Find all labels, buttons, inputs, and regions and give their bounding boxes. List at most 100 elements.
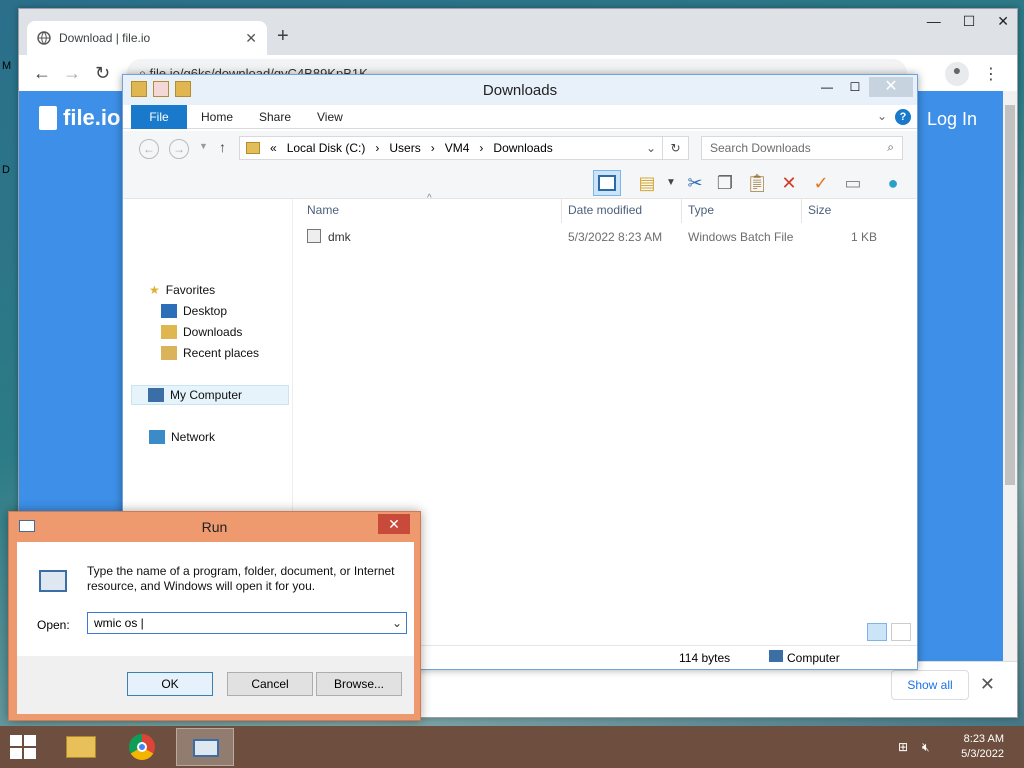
- dialog-title: Run: [201, 519, 228, 535]
- tab-title: Download | file.io: [59, 31, 151, 45]
- scrollbar-thumb[interactable]: [1005, 105, 1015, 485]
- chrome-icon: [129, 734, 155, 760]
- close-icon[interactable]: ✕: [997, 13, 1009, 30]
- maximize-icon[interactable]: ☐: [963, 13, 976, 30]
- nav-downloads[interactable]: Downloads: [161, 325, 242, 339]
- column-divider[interactable]: [561, 199, 562, 223]
- breadcrumb-separator[interactable]: ›: [479, 141, 483, 155]
- nav-label: Downloads: [183, 325, 243, 339]
- nav-desktop[interactable]: Desktop: [161, 304, 227, 318]
- globe-icon[interactable]: ●: [879, 170, 907, 196]
- menu-dots-icon[interactable]: ⋮: [983, 64, 999, 84]
- explorer-titlebar: Downloads — ☐ ✕: [123, 75, 917, 105]
- tab-close-icon[interactable]: ✕: [245, 30, 257, 47]
- back-arrow-icon[interactable]: ←: [139, 139, 159, 159]
- breadcrumb-separator[interactable]: ›: [431, 141, 435, 155]
- ok-button[interactable]: OK: [127, 672, 213, 696]
- folder-icon: [66, 736, 96, 758]
- forward-arrow-icon[interactable]: →: [169, 139, 189, 159]
- browse-button[interactable]: Browse...: [316, 672, 402, 696]
- preview-pane-icon[interactable]: [593, 170, 621, 196]
- cancel-button[interactable]: Cancel: [227, 672, 313, 696]
- breadcrumb-overflow[interactable]: «: [270, 141, 277, 155]
- chevron-down-icon[interactable]: ⌄: [877, 109, 887, 123]
- delete-icon[interactable]: ✕: [775, 170, 803, 196]
- breadcrumb-users[interactable]: Users: [389, 141, 420, 155]
- taskbar-file-explorer[interactable]: [52, 728, 110, 766]
- recent-dropdown-icon[interactable]: ▼: [199, 141, 208, 151]
- run-description: Type the name of a program, folder, docu…: [87, 564, 395, 593]
- details-view-icon[interactable]: [867, 623, 887, 641]
- column-size[interactable]: Size: [808, 203, 831, 217]
- cut-icon[interactable]: ✂: [681, 170, 709, 196]
- tab-share[interactable]: Share: [259, 105, 291, 129]
- window-controls: — ☐ ✕: [813, 77, 913, 97]
- breadcrumb-separator[interactable]: ›: [375, 141, 379, 155]
- nav-my-computer[interactable]: My Computer: [131, 385, 289, 405]
- breadcrumb-vm4[interactable]: VM4: [445, 141, 470, 155]
- help-icon[interactable]: ?: [895, 109, 911, 125]
- new-tab-button[interactable]: +: [277, 25, 289, 48]
- chevron-down-icon[interactable]: ⌄: [392, 616, 402, 630]
- site-logo-text: file.io: [63, 105, 121, 130]
- copy-icon[interactable]: ❐: [711, 170, 739, 196]
- file-name: dmk: [328, 230, 351, 244]
- column-divider[interactable]: [681, 199, 682, 223]
- close-shelf-icon[interactable]: ✕: [980, 674, 995, 695]
- rename-icon[interactable]: ▭: [839, 170, 867, 196]
- window-controls: — ☐ ✕: [927, 13, 1009, 30]
- file-date: 5/3/2022 8:23 AM: [568, 230, 663, 244]
- chevron-down-icon[interactable]: ⌄: [646, 141, 656, 155]
- refresh-icon[interactable]: ↻: [663, 136, 689, 160]
- network-icon[interactable]: ⊞: [898, 740, 908, 754]
- minimize-icon[interactable]: —: [813, 77, 841, 97]
- open-input[interactable]: wmic os | ⌄: [87, 612, 407, 634]
- column-divider[interactable]: [801, 199, 802, 223]
- desktop-text-fragment: M: [2, 60, 12, 72]
- tab-view[interactable]: View: [317, 105, 343, 129]
- speaker-muted-icon[interactable]: 🔇︎: [922, 740, 930, 755]
- nav-label: Recent places: [183, 346, 260, 360]
- breadcrumb-downloads[interactable]: Downloads: [493, 141, 552, 155]
- column-date-modified[interactable]: Date modified: [568, 203, 642, 217]
- paste-icon[interactable]: 📋︎: [743, 170, 771, 196]
- tab-home[interactable]: Home: [201, 105, 233, 129]
- close-icon[interactable]: ✕: [378, 514, 410, 534]
- reload-icon[interactable]: ↻: [95, 63, 110, 84]
- profile-avatar-icon[interactable]: ●: [945, 62, 969, 86]
- nav-network[interactable]: Network: [149, 430, 215, 444]
- search-placeholder: Search Downloads: [710, 141, 811, 155]
- maximize-icon[interactable]: ☐: [841, 77, 869, 97]
- network-icon: [149, 430, 165, 444]
- nav-favorites[interactable]: ★ Favorites: [149, 283, 215, 297]
- up-arrow-icon[interactable]: ↑: [219, 139, 226, 155]
- forward-arrow-icon[interactable]: →: [63, 63, 81, 84]
- taskbar-chrome[interactable]: [114, 728, 172, 766]
- tab-file[interactable]: File: [131, 105, 187, 129]
- clock[interactable]: 8:23 AM 5/3/2022: [961, 732, 1004, 762]
- window-title: Downloads: [482, 82, 558, 99]
- taskbar-run[interactable]: [176, 728, 234, 766]
- breadcrumb-local-disk[interactable]: Local Disk (C:): [287, 141, 366, 155]
- run-body: Type the name of a program, folder, docu…: [17, 542, 414, 656]
- login-link[interactable]: Log In: [927, 109, 977, 130]
- table-row[interactable]: dmk 5/3/2022 8:23 AM Windows Batch File …: [301, 225, 891, 247]
- command-toolbar: ▤ ▼ ✂ ❐ 📋︎ ✕ ✓ ▭ ●: [123, 165, 917, 199]
- file-size: 1 KB: [851, 230, 878, 244]
- column-name[interactable]: Name: [307, 203, 339, 217]
- column-type[interactable]: Type: [688, 203, 714, 217]
- breadcrumb[interactable]: « Local Disk (C:) › Users › VM4 › Downlo…: [239, 136, 663, 160]
- browser-tab[interactable]: Download | file.io ✕: [27, 21, 267, 55]
- search-input[interactable]: Search Downloads ⌕: [701, 136, 903, 160]
- checkmark-icon[interactable]: ✓: [807, 170, 835, 196]
- recent-places-icon: [161, 346, 177, 360]
- large-icons-view-icon[interactable]: [891, 623, 911, 641]
- show-all-button[interactable]: Show all: [891, 670, 969, 700]
- minimize-icon[interactable]: —: [927, 13, 941, 30]
- nav-recent-places[interactable]: Recent places: [161, 346, 259, 360]
- page-scrollbar[interactable]: [1003, 91, 1017, 691]
- site-logo[interactable]: file.io: [39, 105, 120, 131]
- back-arrow-icon[interactable]: ←: [33, 63, 51, 84]
- close-icon[interactable]: ✕: [869, 77, 913, 97]
- windows-start-icon[interactable]: [10, 735, 36, 759]
